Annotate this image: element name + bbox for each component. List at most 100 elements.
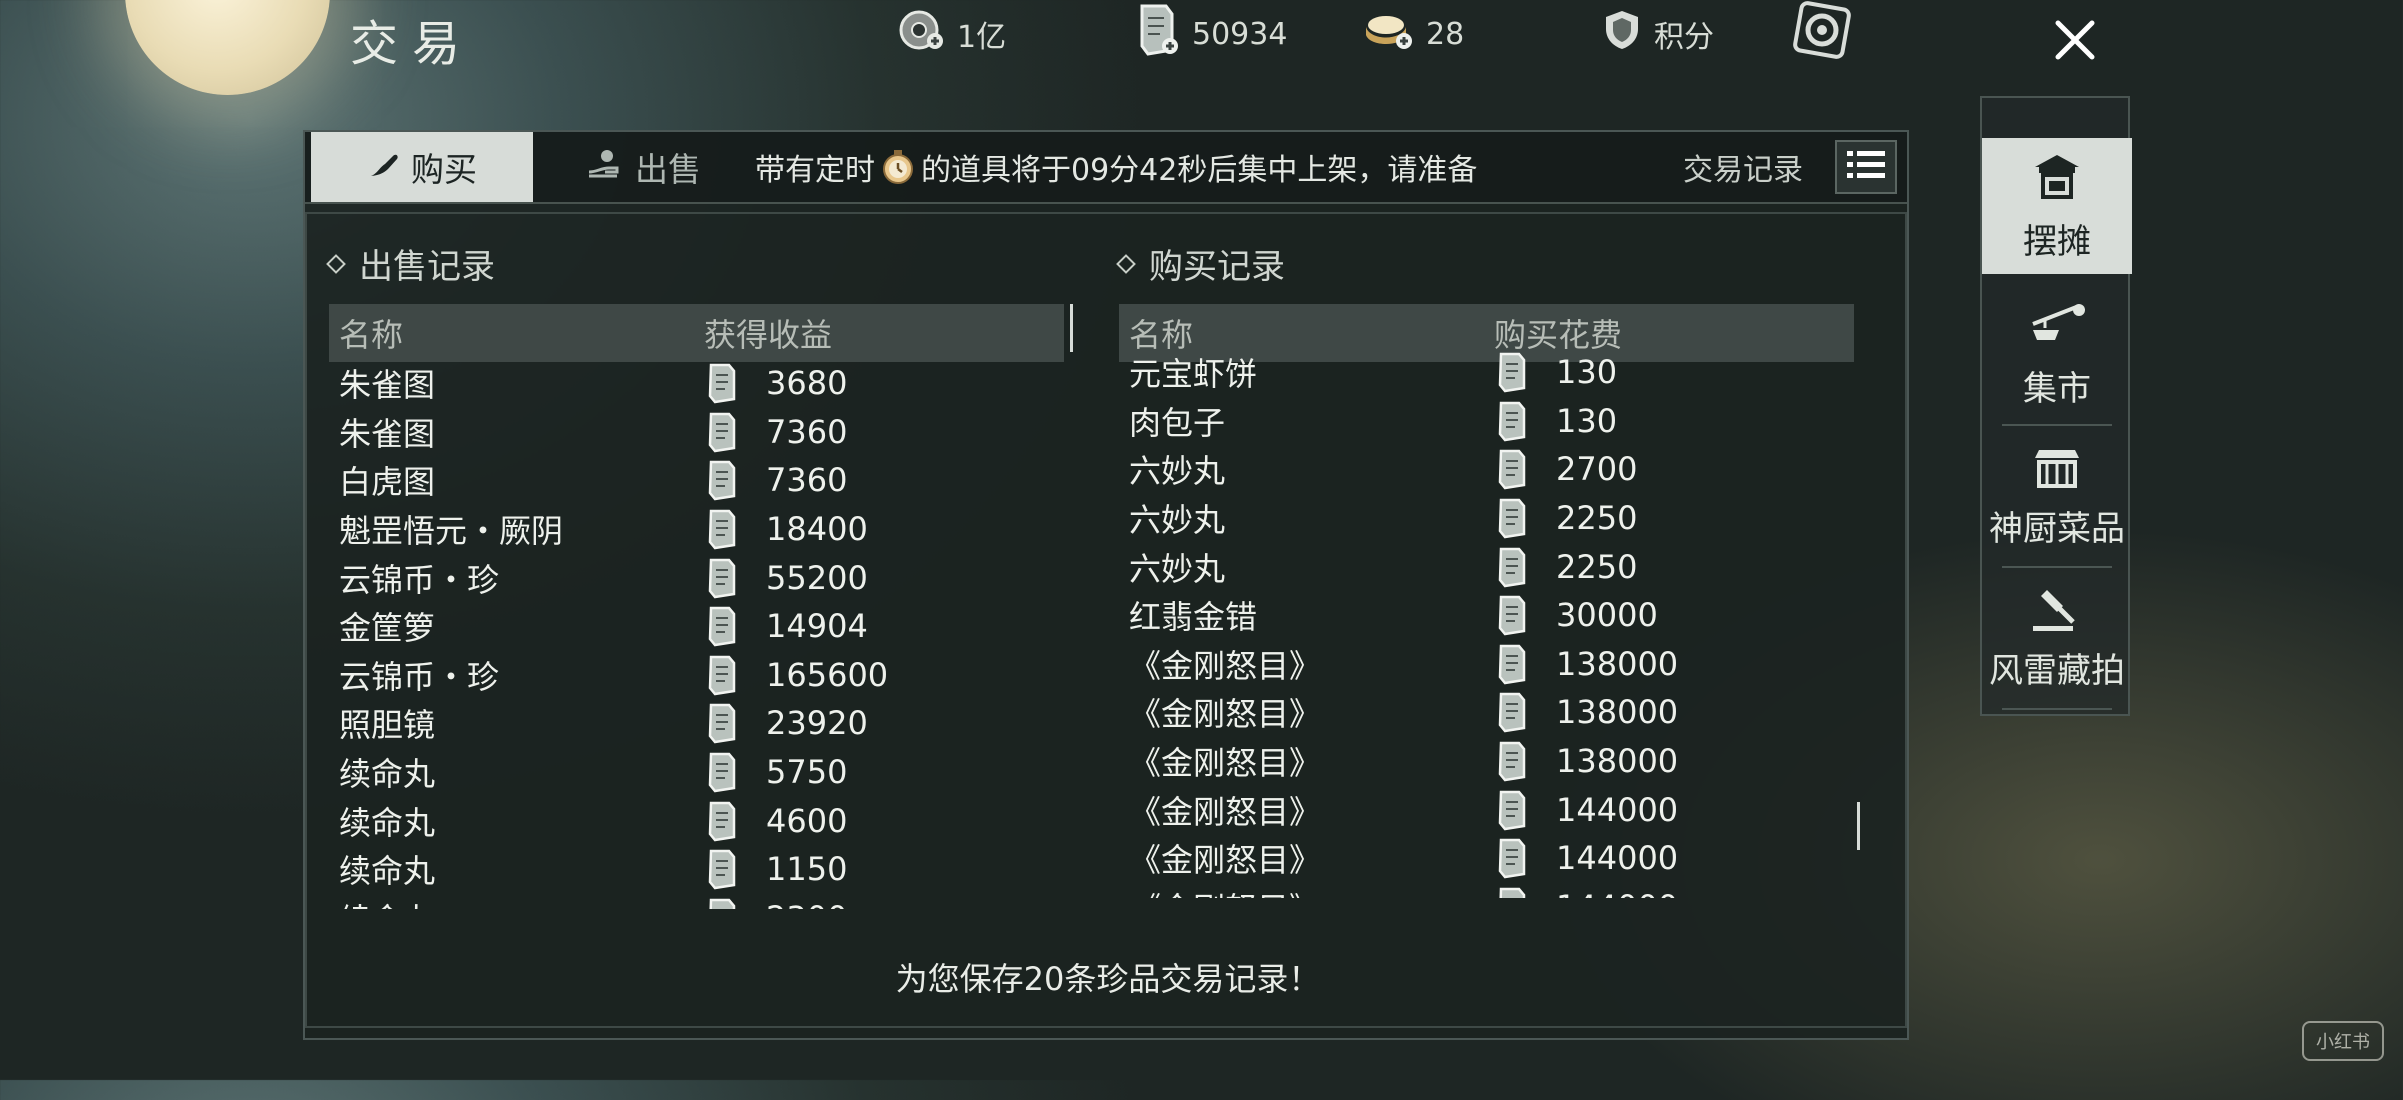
sidebar-item-chef-dishes[interactable]: 神厨菜品 [1982, 438, 2132, 556]
notice-text-after: 的道具将于09分42秒后集中上架，请准备 [921, 153, 1478, 188]
row-item-value: 144000 [1556, 839, 1679, 878]
sidebar-item-chef-dishes-label: 神厨菜品 [1989, 509, 2125, 549]
sell-rows: 朱雀图 3680 朱雀图 7360 白虎图 7360 魁罡悟元・厥阴 18400 云锦币・珍 55… [329, 359, 1064, 909]
scroll-currency-icon [1494, 351, 1542, 393]
scroll-currency-icon [704, 605, 752, 647]
table-row[interactable]: 云锦币・珍 55200 [329, 553, 1064, 602]
table-row[interactable]: 六妙丸 2250 [1119, 542, 1854, 591]
table-row[interactable]: 照胆镜 23920 [329, 699, 1064, 748]
buy-scrollbar[interactable] [1857, 802, 1860, 850]
table-row[interactable]: 朱雀图 7360 [329, 408, 1064, 457]
table-row[interactable]: 魁罡悟元・厥阴 18400 [329, 505, 1064, 554]
sell-hand-icon [585, 146, 625, 188]
trade-record-link[interactable]: 交易记录 [1683, 132, 1803, 202]
sidebar-divider [2002, 708, 2112, 710]
row-item-value: 138000 [1556, 742, 1679, 781]
row-item-value: 7360 [766, 412, 848, 451]
row-value-cell: 138000 [1494, 643, 1678, 685]
settings-button[interactable] [1792, 1, 1852, 62]
row-item-value: 5750 [766, 753, 848, 792]
buy-records-table[interactable]: 名称 购买花费 元宝虾饼 130 肉包子 130 六妙丸 2700 六妙丸 2250 六妙丸 22… [1119, 304, 1854, 912]
row-value-cell: 55200 [704, 557, 868, 599]
table-row[interactable]: 白虎图 7360 [329, 456, 1064, 505]
table-row[interactable]: 《金刚怒目》 138000 [1119, 737, 1854, 786]
table-row[interactable]: 朱雀图 3680 [329, 359, 1064, 408]
right-sidebar: 摆摊 集市 神厨菜品 风雷藏拍 [1980, 96, 2132, 716]
table-row[interactable]: 续命丸 2300 [329, 894, 1064, 909]
table-row[interactable]: 《金刚怒目》 144000 [1119, 883, 1854, 898]
row-value-cell: 3680 [704, 362, 847, 404]
sidebar-item-market[interactable]: 集市 [1982, 296, 2132, 414]
sell-col-value: 获得收益 [704, 316, 833, 354]
scroll-currency-icon [704, 557, 752, 599]
scroll-currency-icon [704, 411, 752, 453]
row-item-value: 2250 [1556, 547, 1638, 586]
row-item-value: 130 [1556, 353, 1618, 392]
row-item-value: 14904 [766, 607, 868, 646]
table-row[interactable]: 续命丸 1150 [329, 845, 1064, 894]
row-item-name: 六妙丸 [1129, 452, 1226, 491]
row-item-value: 23920 [766, 704, 868, 743]
row-item-value: 55200 [766, 558, 868, 597]
table-row[interactable]: 《金刚怒目》 144000 [1119, 785, 1854, 834]
table-row[interactable]: 金筐箩 14904 [329, 602, 1064, 651]
table-row[interactable]: 六妙丸 2250 [1119, 494, 1854, 543]
row-item-name: 照胆镜 [339, 706, 436, 745]
resource-points[interactable]: 积分 [1600, 6, 1714, 62]
tab-buy[interactable]: 购买 [311, 132, 533, 202]
trade-record-menu-button[interactable] [1835, 140, 1897, 194]
close-icon [2052, 17, 2098, 67]
records-footer-note: 为您保存20条珍品交易记录！ [895, 960, 1321, 998]
table-row[interactable]: 云锦币・珍 165600 [329, 651, 1064, 700]
table-row[interactable]: 红翡金错 30000 [1119, 591, 1854, 640]
sidebar-item-stall[interactable]: 摆摊 [1982, 138, 2132, 274]
scroll-currency-icon [704, 459, 752, 501]
row-item-value: 138000 [1556, 644, 1679, 683]
row-value-cell: 7360 [704, 459, 847, 501]
sidebar-item-market-label: 集市 [2023, 369, 2091, 409]
tab-sell[interactable]: 出售 [585, 132, 701, 202]
table-row[interactable]: 《金刚怒目》 144000 [1119, 834, 1854, 883]
scroll-currency-icon [704, 800, 752, 842]
table-row[interactable]: 续命丸 4600 [329, 796, 1064, 845]
row-item-value: 18400 [766, 510, 868, 549]
resource-scroll-value: 50934 [1192, 16, 1288, 52]
sell-records-table[interactable]: 名称 获得收益 朱雀图 3680 朱雀图 7360 白虎图 7360 魁罡悟元・厥阴 1840… [329, 304, 1064, 912]
resource-points-label: 积分 [1654, 20, 1714, 55]
timer-icon [881, 149, 915, 185]
buy-rows: 元宝虾饼 130 肉包子 130 六妙丸 2700 六妙丸 2250 六妙丸 2250 红翡金错 30… [1119, 348, 1854, 898]
close-button[interactable] [2030, 2, 2120, 82]
table-row[interactable]: 肉包子 130 [1119, 397, 1854, 446]
row-value-cell: 4600 [704, 800, 847, 842]
row-item-name: 《金刚怒目》 [1129, 695, 1322, 734]
scroll-currency-icon [704, 751, 752, 793]
sell-records-title: 出售记录 [359, 247, 495, 287]
resource-silver-value: 1亿 [957, 20, 1007, 55]
scroll-currency-icon [1494, 691, 1542, 733]
row-value-cell: 18400 [704, 508, 868, 550]
row-item-name: 肉包子 [1129, 403, 1226, 442]
watermark-badge: 小红书 [2302, 1021, 2384, 1061]
table-row[interactable]: 《金刚怒目》 138000 [1119, 688, 1854, 737]
scroll-currency-icon [1494, 740, 1542, 782]
table-row[interactable]: 元宝虾饼 130 [1119, 348, 1854, 397]
row-item-name: 云锦币・珍 [339, 560, 500, 599]
sidebar-item-auction[interactable]: 风雷藏拍 [1982, 580, 2132, 698]
table-row[interactable]: 《金刚怒目》 138000 [1119, 640, 1854, 689]
scroll-currency-icon [704, 848, 752, 890]
sell-scrollbar[interactable] [1070, 304, 1073, 352]
resource-silver[interactable]: 1亿 [895, 6, 1006, 62]
table-row[interactable]: 六妙丸 2700 [1119, 445, 1854, 494]
scroll-currency-icon [1130, 2, 1182, 66]
resource-scroll[interactable]: 50934 [1130, 4, 1288, 62]
row-item-value: 130 [1556, 401, 1618, 440]
top-bar: 交易 1亿 50934 28 积分 [0, 0, 2403, 72]
table-row[interactable]: 续命丸 5750 [329, 748, 1064, 797]
row-item-value: 144000 [1556, 790, 1679, 829]
resource-gold[interactable]: 28 [1360, 6, 1464, 62]
row-item-name: 续命丸 [339, 803, 436, 842]
row-item-value: 4600 [766, 801, 848, 840]
buy-brush-icon [367, 146, 401, 188]
row-item-name: 《金刚怒目》 [1119, 884, 1494, 898]
scroll-currency-icon [704, 654, 752, 696]
